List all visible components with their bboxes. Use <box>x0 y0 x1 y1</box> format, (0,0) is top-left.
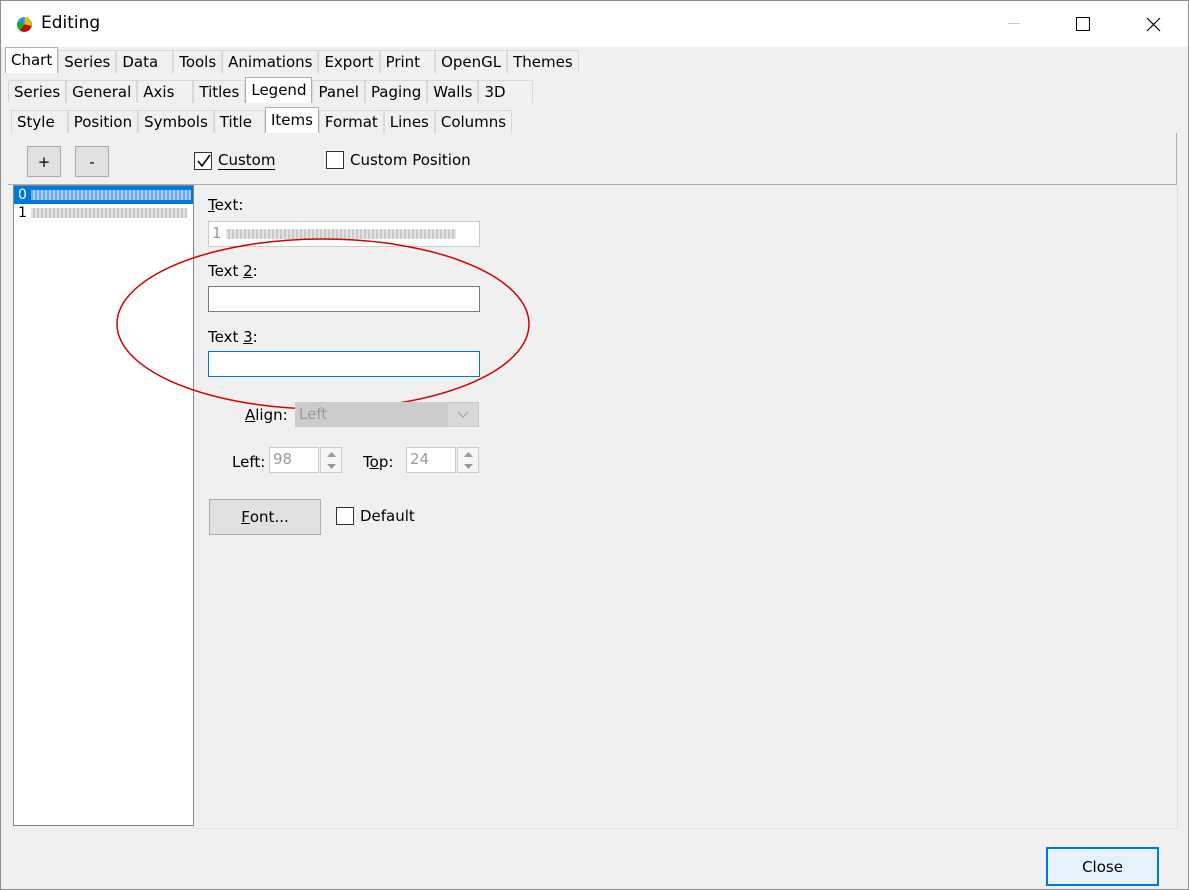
align-label: Align: <box>245 406 288 424</box>
top-input[interactable]: 24 <box>406 447 456 473</box>
title-bar: Editing <box>1 1 1188 47</box>
tab-series-sub[interactable]: Series <box>8 80 67 103</box>
text-label: Text: <box>208 196 244 214</box>
tab-position[interactable]: Position <box>67 110 139 133</box>
editing-dialog: Editing Chart Series Data Tools Animatio… <box>0 0 1189 890</box>
chart-subtabs: Series General Axis Titles Legend Panel … <box>8 77 533 103</box>
minimize-icon <box>1008 23 1020 24</box>
custom-checkbox[interactable]: Custom <box>194 151 276 170</box>
left-spinner[interactable] <box>320 447 342 473</box>
tab-lines[interactable]: Lines <box>383 110 435 133</box>
tab-opengl[interactable]: OpenGL <box>435 50 508 73</box>
tab-legend[interactable]: Legend <box>245 77 313 103</box>
tab-series[interactable]: Series <box>58 50 117 73</box>
font-button[interactable]: Font... <box>209 499 321 535</box>
checkbox-box <box>336 507 354 525</box>
tab-walls[interactable]: Walls <box>427 80 479 103</box>
tab-paging[interactable]: Paging <box>364 80 428 103</box>
remove-item-button[interactable]: - <box>75 146 109 177</box>
custom-position-label: Custom Position <box>350 151 471 169</box>
spin-down-icon[interactable] <box>458 460 478 472</box>
legend-subtabs: Style Position Symbols Title Items Forma… <box>11 107 513 133</box>
spin-up-icon[interactable] <box>458 448 478 460</box>
maximize-button[interactable] <box>1048 1 1118 47</box>
tab-general[interactable]: General <box>66 80 138 103</box>
default-label: Default <box>360 507 415 525</box>
tab-format[interactable]: Format <box>318 110 384 133</box>
close-window-button[interactable] <box>1118 1 1188 47</box>
redacted-text <box>31 190 192 200</box>
minimize-button[interactable] <box>979 1 1049 47</box>
tab-title[interactable]: Title <box>213 110 265 133</box>
custom-label: Custom <box>218 151 276 170</box>
tab-symbols[interactable]: Symbols <box>138 110 214 133</box>
spin-down-icon[interactable] <box>321 460 341 472</box>
left-label: Left: <box>232 453 266 471</box>
tab-animations[interactable]: Animations <box>222 50 319 73</box>
chevron-down-icon <box>457 411 469 418</box>
left-input[interactable]: 98 <box>269 447 319 473</box>
tab-3d[interactable]: 3D <box>478 80 533 103</box>
close-icon <box>1146 17 1160 31</box>
tab-style[interactable]: Style <box>11 110 68 133</box>
tab-data[interactable]: Data <box>116 50 174 73</box>
tab-columns[interactable]: Columns <box>434 110 513 133</box>
spin-up-icon[interactable] <box>321 448 341 460</box>
items-toolbar <box>8 133 1177 185</box>
tab-chart[interactable]: Chart <box>5 47 59 73</box>
main-tabs: Chart Series Data Tools Animations Expor… <box>5 47 579 73</box>
tab-tools[interactable]: Tools <box>173 50 223 73</box>
checkbox-box <box>326 151 344 169</box>
tab-panel[interactable]: Panel <box>312 80 365 103</box>
close-button[interactable]: Close <box>1046 847 1159 886</box>
tab-axis[interactable]: Axis <box>137 80 194 103</box>
top-spinner[interactable] <box>457 447 479 473</box>
maximize-icon <box>1076 17 1090 31</box>
add-item-button[interactable]: + <box>27 146 61 177</box>
top-label: Top: <box>363 453 394 471</box>
tab-print[interactable]: Print <box>379 50 436 73</box>
tab-export[interactable]: Export <box>318 50 380 73</box>
tab-items[interactable]: Items <box>264 107 319 133</box>
checkmark-icon <box>197 154 211 167</box>
align-dropdown-button[interactable] <box>448 403 478 426</box>
default-checkbox[interactable]: Default <box>336 507 415 525</box>
custom-position-checkbox[interactable]: Custom Position <box>326 151 471 169</box>
tab-themes[interactable]: Themes <box>507 50 579 73</box>
redacted-text <box>31 208 188 218</box>
align-select[interactable]: Left <box>295 402 479 427</box>
checkbox-box <box>194 151 212 170</box>
annotation-ellipse <box>116 238 530 410</box>
list-item[interactable]: 1 <box>14 204 193 222</box>
teechart-app-icon <box>17 17 32 32</box>
window-title: Editing <box>41 13 101 33</box>
tab-titles[interactable]: Titles <box>193 80 246 103</box>
list-item[interactable]: 0 <box>14 186 193 204</box>
